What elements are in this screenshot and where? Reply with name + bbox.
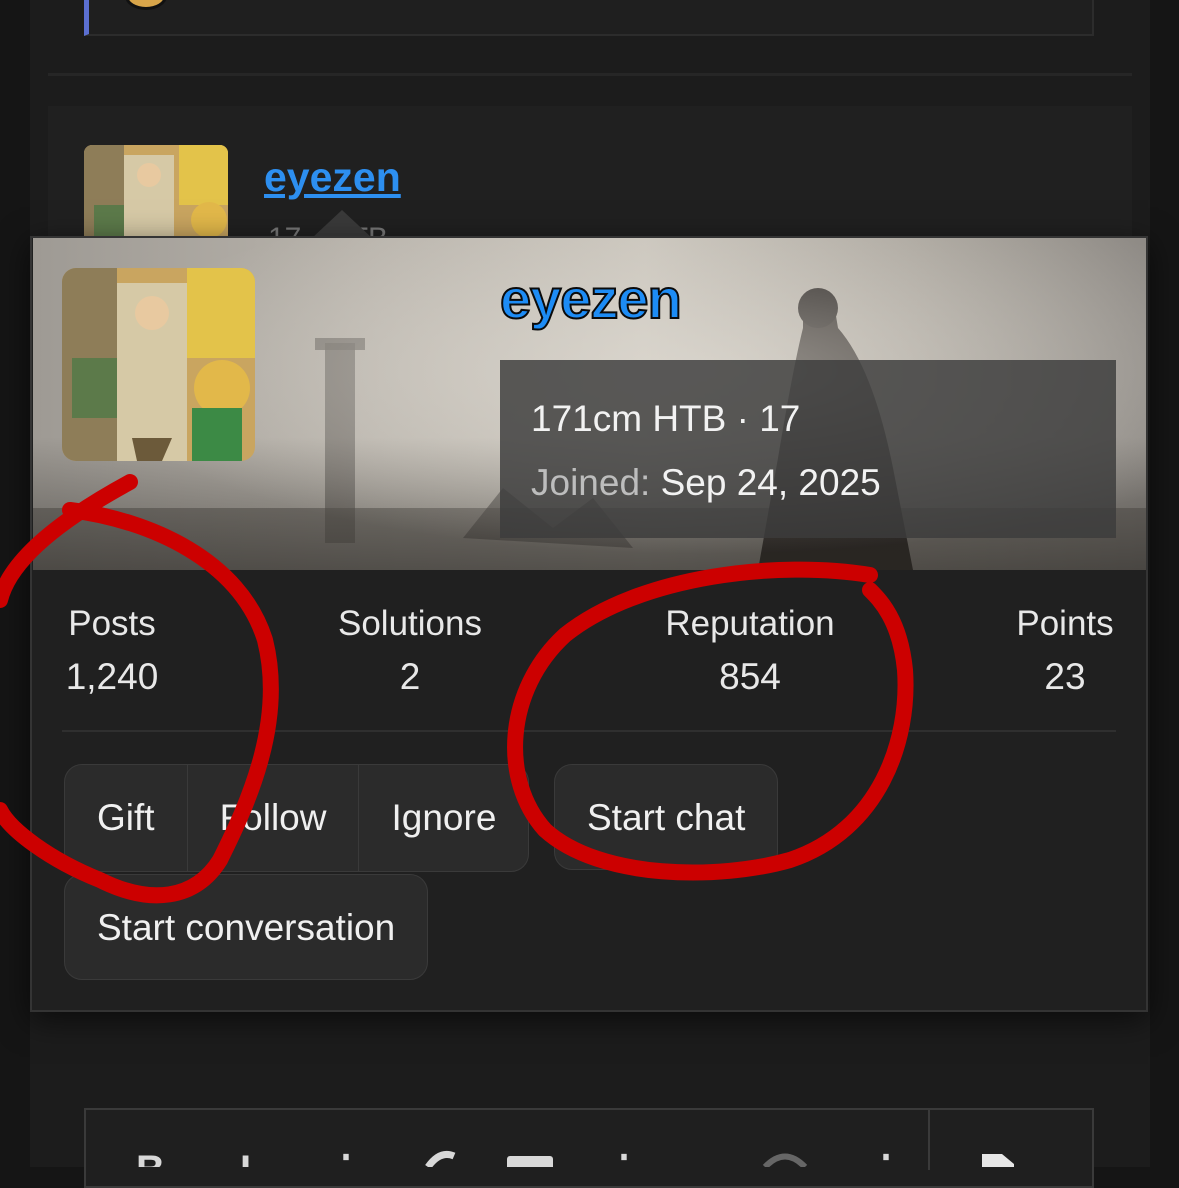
annotation-overlay (0, 474, 914, 904)
annotation-circle-posts (0, 474, 279, 904)
annotation-circle-reputation (507, 561, 914, 881)
